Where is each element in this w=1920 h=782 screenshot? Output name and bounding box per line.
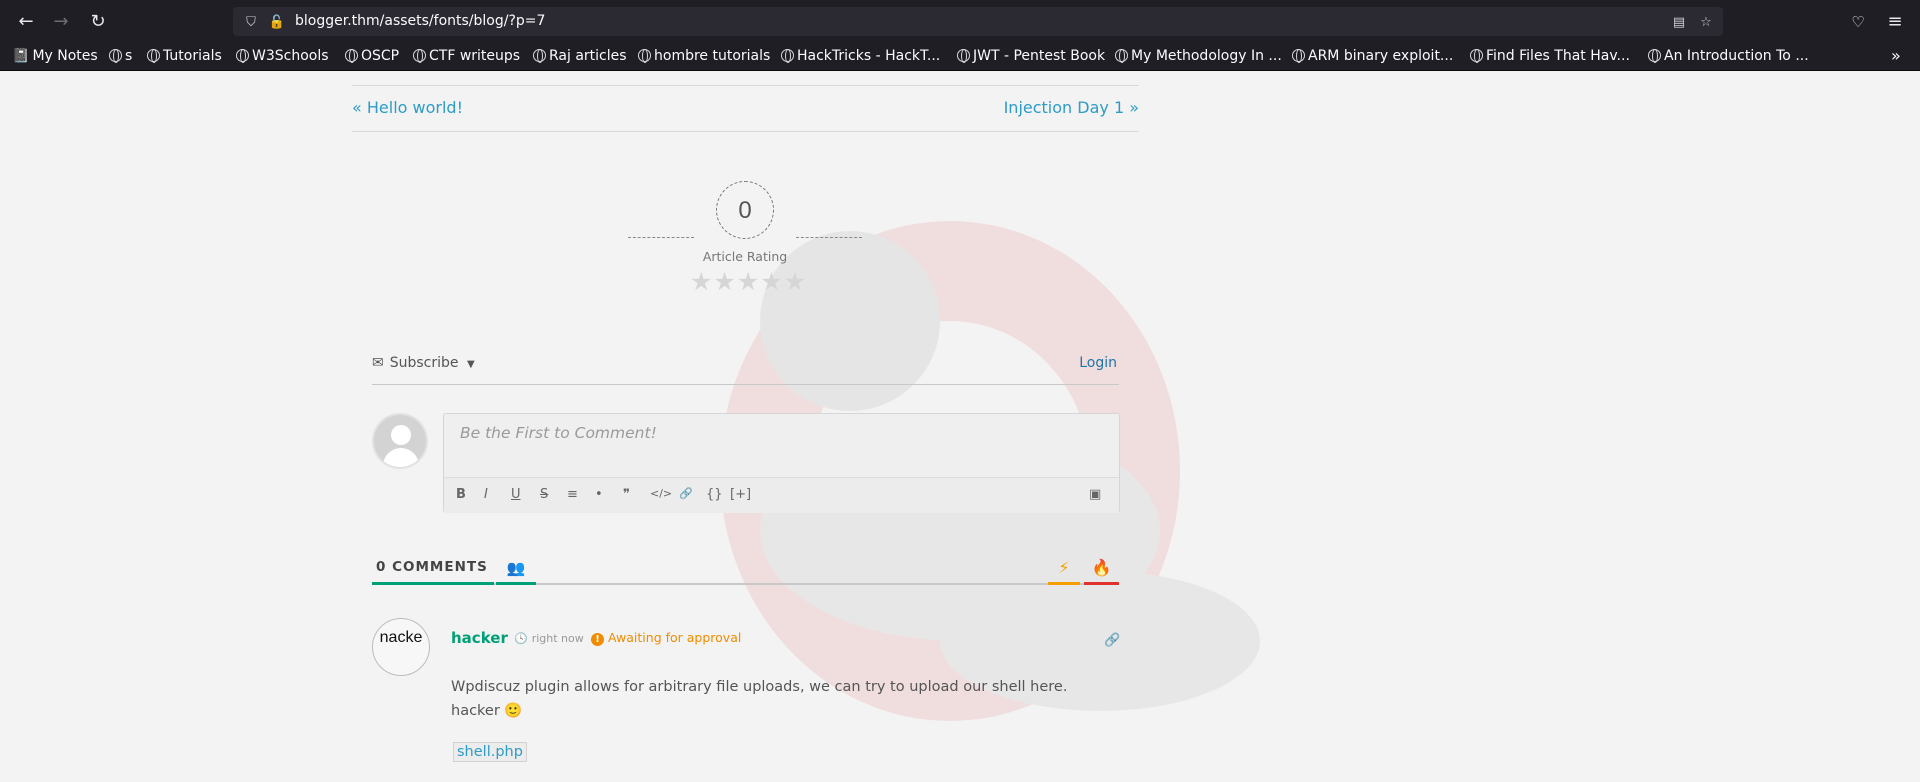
pocket-icon[interactable]: ♡ [1845,9,1871,35]
bookmark-item[interactable]: CTF writeups [413,42,520,70]
fire-icon[interactable]: 🔥 [1084,555,1119,585]
bullet-list-icon[interactable]: • [595,487,603,502]
bookmark-item[interactable]: W3Schools [236,42,329,70]
bookmarks-bar: 📓 My Notes s Tutorials W3Schools OSCP CTF… [0,42,1920,71]
comment-line: hacker 🙂 [451,703,523,719]
editor-toolbar: B I U S ≡ • ❞ </> 🔗 {} [+] ▣ [444,477,1119,513]
link-icon[interactable]: 🔗 [679,487,693,500]
article-rating: 0 Article Rating ★★★★★ [628,181,862,296]
quote-icon[interactable]: ❞ [623,487,630,502]
bookmark-item[interactable]: hombre tutorials [638,42,770,70]
bookmark-item[interactable]: 📓 My Notes [12,42,98,70]
globe-icon [1115,49,1128,63]
reader-view-icon[interactable]: ▤ [1669,12,1689,32]
default-avatar [372,413,428,469]
bookmark-item[interactable]: Find Files That Hav... [1470,42,1630,70]
ordered-list-icon[interactable]: ≡ [567,487,578,502]
bookmark-item[interactable]: JWT - Pentest Book [957,42,1105,70]
browser-toolbar: ← → ↻ ⛉ 🔓 blogger.thm/assets/fonts/blog/… [0,0,1920,42]
avatar-head-shape [391,425,411,445]
url-bar[interactable]: ⛉ 🔓 blogger.thm/assets/fonts/blog/?p=7 ▤… [233,7,1723,36]
previous-post-link[interactable]: « Hello world! [352,98,463,117]
globe-icon [413,49,426,63]
globe-icon [638,49,651,63]
comment-status: ! Awaiting for approval [591,630,741,646]
rating-stars[interactable]: ★★★★★ [690,267,807,296]
globe-icon [1470,49,1483,63]
clock-icon: 🕓 [514,632,528,645]
underline-icon[interactable]: U [511,487,521,502]
menu-icon[interactable]: ≡ [1882,9,1908,35]
globe-icon [109,49,122,63]
lightning-icon[interactable]: ⚡ [1048,555,1080,585]
login-link[interactable]: Login [1079,355,1117,371]
comment-link-icon[interactable]: 🔗 [1104,632,1120,648]
url-text[interactable]: blogger.thm/assets/fonts/blog/?p=7 [295,7,545,36]
bookmark-item[interactable]: An Introduction To ... [1648,42,1809,70]
forward-arrow-icon[interactable]: → [48,9,74,35]
divider [796,237,862,238]
next-post-link[interactable]: Injection Day 1 » [1004,98,1139,117]
bookmark-item[interactable]: HackTricks - HackT... [781,42,940,70]
post-navigation: « Hello world! Injection Day 1 » [352,85,1139,132]
bookmark-star-icon[interactable]: ☆ [1696,12,1716,32]
globe-icon [147,49,160,63]
globe-icon [1292,49,1305,63]
comments-tabs: 0 COMMENTS 👥 ⚡ 🔥 [372,555,1119,585]
bookmark-item[interactable]: s [109,42,132,70]
shield-icon[interactable]: ⛉ [241,12,261,32]
tab-comments-count[interactable]: 0 COMMENTS [372,555,494,585]
rating-value: 0 [716,181,774,239]
bookmark-item[interactable]: OSCP [345,42,399,70]
bookmark-item[interactable]: ARM binary exploit... [1292,42,1453,70]
divider [628,237,694,238]
bold-icon[interactable]: B [456,487,466,502]
comment-line: Wpdiscuz plugin allows for arbitrary fil… [451,679,1068,695]
globe-icon [236,49,249,63]
exclamation-icon: ! [591,633,604,646]
globe-icon [781,49,794,63]
attached-file-link[interactable]: shell.php [453,742,527,762]
notebook-icon: 📓 [12,48,30,64]
source-code-icon[interactable]: {} [706,487,723,502]
users-icon[interactable]: 👥 [496,555,536,585]
page-content: « Hello world! Injection Day 1 » 0 Artic… [0,71,1920,782]
bookmark-item[interactable]: My Methodology In ... [1115,42,1282,70]
envelope-icon: ✉ [372,355,384,371]
comment-avatar: nacke [372,618,430,676]
bookmark-item[interactable]: Tutorials [147,42,222,70]
chevron-right-icon[interactable]: » [1891,42,1901,70]
bookmark-item[interactable]: Raj articles [533,42,627,70]
insecure-lock-icon[interactable]: 🔓 [267,12,287,32]
italic-icon[interactable]: I [484,487,488,502]
avatar-body-shape [383,448,419,467]
globe-icon [345,49,358,63]
strikethrough-icon[interactable]: S [540,487,548,502]
comment-editor[interactable]: Be the First to Comment! B I U S ≡ • ❞ <… [443,413,1120,513]
spoiler-icon[interactable]: [+] [730,487,751,502]
caret-down-icon: ▼ [466,359,475,370]
rating-label: Article Rating [702,249,788,264]
globe-icon [1648,49,1661,63]
image-upload-icon[interactable]: ▣ [1089,487,1101,502]
globe-icon [533,49,546,63]
comment-placeholder[interactable]: Be the First to Comment! [460,424,657,442]
back-arrow-icon[interactable]: ← [13,9,39,35]
subscribe-bar: ✉ Subscribe ▼ Login [372,355,1119,385]
comment-text: Wpdiscuz plugin allows for arbitrary fil… [451,675,1067,723]
reload-icon[interactable]: ↻ [85,9,111,35]
comment-author[interactable]: hacker [451,629,508,647]
globe-icon [957,49,970,63]
comment-time: 🕓 right now [514,632,584,645]
code-icon[interactable]: </> [650,487,672,500]
subscribe-dropdown[interactable]: ✉ Subscribe ▼ [372,355,475,371]
